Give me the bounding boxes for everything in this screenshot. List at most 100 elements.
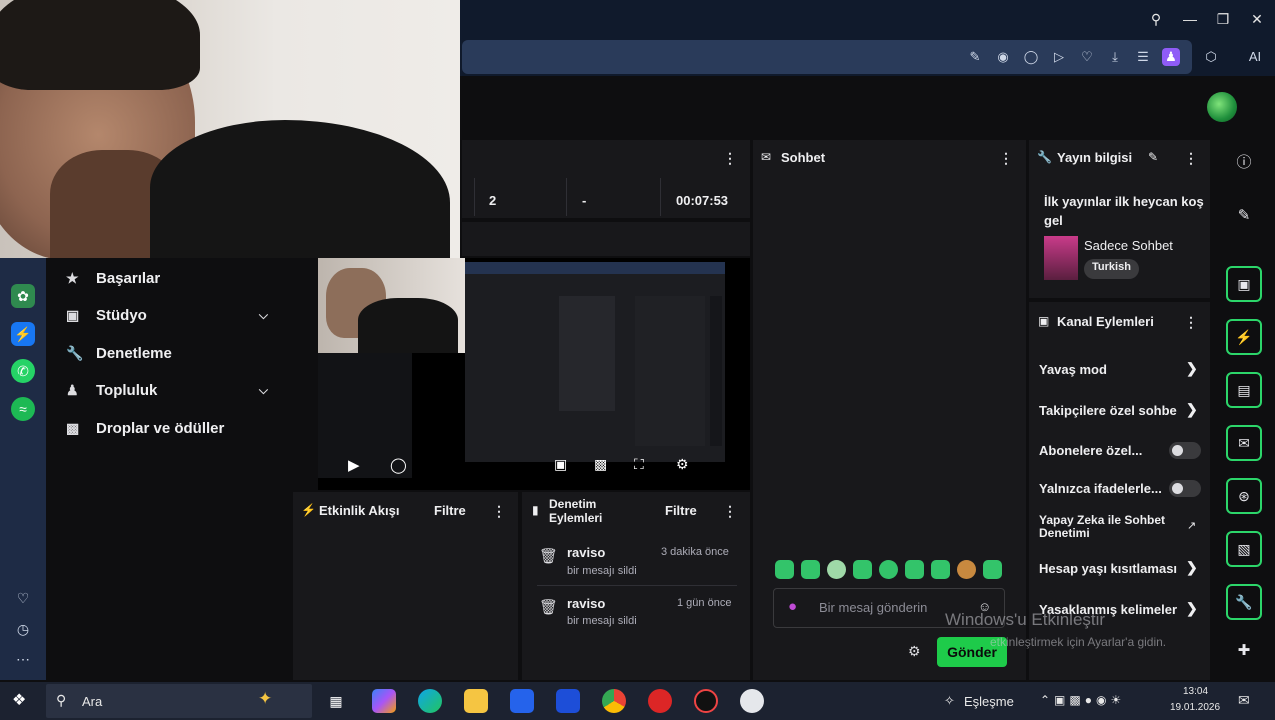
menu-icon[interactable]: ☰	[1134, 48, 1152, 66]
clock-time[interactable]: 13:04	[1183, 686, 1208, 697]
restore-icon[interactable]: ❐	[1212, 8, 1234, 30]
settings-icon[interactable]: ⚙	[676, 456, 689, 473]
clock-date[interactable]: 19.01.2026	[1170, 702, 1220, 713]
external-link-icon[interactable]: ↗	[1187, 519, 1196, 532]
heart-icon[interactable]: ♡	[1078, 48, 1096, 66]
edit-icon[interactable]: ✎	[966, 48, 984, 66]
whatsapp-icon[interactable]: ✆	[11, 359, 35, 383]
spotify-icon[interactable]: ≈	[11, 397, 35, 421]
emote-icon[interactable]	[879, 560, 898, 579]
notifications-icon[interactable]: ✉	[1238, 692, 1250, 709]
mod-row-user[interactable]: raviso	[567, 545, 605, 560]
action-follower-only[interactable]: Takipçilere özel sohbe	[1039, 403, 1187, 418]
heart-icon[interactable]: ♡	[11, 586, 35, 610]
emote-icon[interactable]	[931, 560, 950, 579]
pairing-icon[interactable]: ✧	[944, 693, 955, 709]
camera-app-icon[interactable]	[740, 689, 764, 713]
stream-preview[interactable]: ▶ ◯ ▣ ▩ ⛶ ⚙	[318, 258, 750, 490]
more-options-icon[interactable]: ⋮	[723, 503, 737, 520]
messenger-icon[interactable]: ⚡	[11, 322, 35, 346]
emote-icon[interactable]	[983, 560, 1002, 579]
more-options-icon[interactable]: ⋮	[1184, 314, 1198, 331]
layout-icon[interactable]: ▧	[1226, 531, 1262, 567]
add-icon[interactable]: ✚	[1231, 638, 1257, 664]
task-view-icon[interactable]: ▦	[324, 689, 348, 713]
focus-icon[interactable]: ▣	[1226, 266, 1262, 302]
settings-icon[interactable]: ⚙	[908, 643, 921, 660]
copilot-icon[interactable]	[372, 689, 396, 713]
info-icon[interactable]: ⓘ	[1231, 150, 1257, 176]
action-slow-mode[interactable]: Yavaş mod	[1039, 362, 1204, 377]
emote-icon[interactable]	[905, 560, 924, 579]
emote-icon[interactable]	[801, 560, 820, 579]
tag-badge[interactable]: Turkish	[1084, 259, 1139, 279]
more-options-icon[interactable]: ⋮	[999, 150, 1013, 167]
folder-icon[interactable]	[464, 689, 488, 713]
clip-icon[interactable]: ▣	[554, 456, 567, 473]
obs-icon[interactable]	[694, 689, 718, 713]
more-options-icon[interactable]: ⋮	[492, 503, 506, 520]
more-options-icon[interactable]: ⋮	[1184, 150, 1198, 167]
mod-filter-button[interactable]: Filtre	[665, 503, 697, 518]
emote-icon[interactable]	[957, 560, 976, 579]
category-thumbnail[interactable]	[1044, 236, 1078, 280]
chatgpt-icon[interactable]: ✿	[11, 284, 35, 308]
edit-icon[interactable]: ✎	[1148, 150, 1158, 164]
tray-icons[interactable]: ⌃▣▩●◉☀	[1040, 693, 1125, 707]
user-icon[interactable]: ♟	[1162, 48, 1180, 66]
opera-icon[interactable]	[648, 689, 672, 713]
broadcast-icon[interactable]: ⊛	[1226, 478, 1262, 514]
sparkle-icon[interactable]: ✦	[258, 689, 272, 709]
action-sub-only[interactable]: Abonelere özel...	[1039, 443, 1164, 458]
document-icon[interactable]: ▤	[1226, 372, 1262, 408]
more-options-icon[interactable]: ⋮	[723, 150, 737, 167]
category-name[interactable]: Sadece Sohbet	[1084, 238, 1173, 253]
play-icon[interactable]: ▷	[1050, 48, 1068, 66]
minimize-icon[interactable]: —	[1179, 8, 1201, 30]
ai-button[interactable]: AI	[1240, 48, 1270, 66]
chevron-right-icon[interactable]: ❯	[1186, 401, 1198, 418]
pairing-label[interactable]: Eşleşme	[964, 694, 1014, 709]
edit-icon[interactable]: ✎	[1231, 203, 1257, 229]
windows-start-icon[interactable]: ❖	[12, 690, 26, 710]
mute-icon[interactable]: ◯	[390, 456, 407, 474]
edge-icon[interactable]	[418, 689, 442, 713]
sub-only-toggle[interactable]	[1169, 442, 1201, 459]
chevron-right-icon[interactable]: ❯	[1186, 600, 1198, 617]
emote-icon[interactable]	[853, 560, 872, 579]
action-ai-moderation[interactable]: Yapay Zeka ile Sohbet Denetimi	[1039, 514, 1179, 540]
mod-row-user[interactable]: raviso	[567, 596, 605, 611]
emote-only-toggle[interactable]	[1169, 480, 1201, 497]
mail-icon[interactable]	[556, 689, 580, 713]
nav-item-community[interactable]: ♟ Topluluk ⌵	[66, 376, 286, 404]
search-icon[interactable]: ⚲	[1145, 8, 1167, 30]
chrome-icon[interactable]	[602, 689, 626, 713]
action-emote-only[interactable]: Yalnızca ifadelerle...	[1039, 481, 1164, 496]
activity-filter-button[interactable]: Filtre	[434, 503, 466, 518]
play-icon[interactable]: ▶	[348, 456, 360, 474]
nav-item-moderation[interactable]: 🔧 Denetleme	[66, 339, 286, 367]
box-icon[interactable]: ⬡	[1202, 48, 1220, 66]
nav-item-drops[interactable]: ▩ Droplar ve ödüller	[66, 414, 286, 442]
nav-item-achievements[interactable]: ★ Başarılar	[66, 264, 286, 292]
action-account-age[interactable]: Hesap yaşı kısıtlaması	[1039, 561, 1184, 576]
microphone-icon[interactable]: ●	[788, 598, 797, 615]
lightning-icon[interactable]: ⚡	[1226, 319, 1262, 355]
wrench-icon[interactable]: 🔧	[1226, 584, 1262, 620]
emote-icon[interactable]	[827, 560, 846, 579]
emote-icon[interactable]	[775, 560, 794, 579]
download-icon[interactable]: ⤓	[1106, 48, 1124, 66]
camera-icon[interactable]: ◉	[994, 48, 1012, 66]
store-icon[interactable]	[510, 689, 534, 713]
more-icon[interactable]: ⋯	[11, 647, 35, 671]
clock-icon[interactable]: ◷	[11, 617, 35, 641]
fullscreen-icon[interactable]: ⛶	[634, 456, 644, 473]
chat-bubble-icon[interactable]: ✉	[1226, 425, 1262, 461]
avatar[interactable]	[1207, 92, 1237, 122]
theatre-icon[interactable]: ▩	[594, 456, 607, 473]
shield-icon[interactable]: ◯	[1022, 48, 1040, 66]
nav-item-studio[interactable]: ▣ Stüdyo ⌵	[66, 301, 286, 329]
chevron-right-icon[interactable]: ❯	[1186, 559, 1198, 576]
close-icon[interactable]: ✕	[1246, 8, 1268, 30]
chevron-right-icon[interactable]: ❯	[1186, 360, 1198, 377]
